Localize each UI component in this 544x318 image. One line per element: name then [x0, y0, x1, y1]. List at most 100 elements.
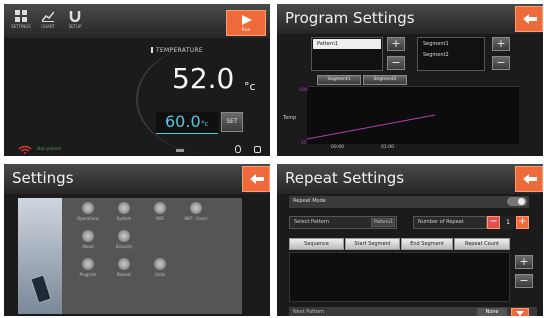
- setpoint-unit: °c: [201, 120, 209, 128]
- plot-line: [307, 114, 436, 140]
- current-temperature: 52.0: [172, 62, 235, 95]
- program-settings-panel: Program Settings Pattern1 + − Segment1 S…: [277, 4, 543, 156]
- increase-repeat-button[interactable]: +: [516, 216, 529, 229]
- remove-sequence-button[interactable]: −: [515, 274, 533, 288]
- run-button[interactable]: Run: [226, 10, 266, 36]
- next-pattern-dropdown-button[interactable]: [511, 308, 529, 316]
- y-tick-high: 100: [299, 88, 308, 93]
- pattern-list[interactable]: Pattern1: [311, 37, 383, 71]
- x-tick-end: 01:00: [381, 145, 394, 150]
- wifi-icon: [18, 145, 32, 154]
- grid-icon: [15, 10, 27, 22]
- plot-tab-label: Segment2: [373, 77, 397, 82]
- settings-titlebar: Settings: [4, 164, 270, 194]
- usb-icon: [176, 149, 184, 152]
- pattern-item[interactable]: Pattern1: [313, 39, 381, 49]
- select-pattern-label: Select Pattern: [294, 219, 330, 225]
- select-pattern-value-text: Pattern1: [374, 220, 394, 225]
- program-settings-title: Program Settings: [285, 9, 415, 27]
- number-of-repeat-label: Number of Repeat: [418, 219, 464, 225]
- back-arrow-icon: [523, 14, 537, 24]
- operations-icon: [82, 202, 94, 214]
- system-icon: [118, 202, 130, 214]
- sequence-header-label: Sequence: [304, 241, 329, 247]
- play-icon: [242, 15, 252, 25]
- setpoint-value: 60.0: [165, 112, 201, 131]
- chart-icon: [42, 11, 54, 22]
- segment-item[interactable]: Segment1: [419, 39, 483, 49]
- chart-label: CHART: [41, 24, 55, 29]
- repeat-mode-label: Repeat Mode: [293, 198, 326, 204]
- chevron-down-icon: [516, 311, 524, 316]
- toggle-knob: [518, 198, 525, 205]
- wifi-icon: [154, 202, 166, 214]
- temperature-plot: [307, 86, 519, 144]
- settings-title: Settings: [12, 169, 74, 187]
- back-arrow-icon: [250, 174, 264, 184]
- number-of-repeat-field: Number of Repeat: [413, 216, 487, 229]
- settings-button[interactable]: SETTINGS: [10, 9, 32, 31]
- heat-icon: [235, 145, 241, 153]
- add-segment-button[interactable]: +: [492, 37, 510, 51]
- end-segment-header[interactable]: End Segment: [401, 238, 453, 250]
- set-label: SET: [226, 118, 238, 125]
- repeat-count-header[interactable]: Repeat Count: [454, 238, 510, 250]
- setup-label: SETUP: [68, 24, 82, 29]
- magnet-icon: [69, 11, 81, 22]
- program-settings-titlebar: Program Settings: [277, 4, 543, 34]
- select-pattern-value[interactable]: Pattern1: [371, 218, 395, 227]
- connection-status: Not paired: [37, 147, 61, 152]
- y-tick-low: 25: [301, 141, 307, 146]
- users-icon: [190, 202, 202, 214]
- back-arrow-icon: [523, 174, 537, 184]
- settings-panel: Settings Operations System WiFi WiFi - U…: [4, 164, 270, 316]
- remove-pattern-button[interactable]: −: [387, 56, 405, 70]
- plot-tab-segment2[interactable]: Segment2: [363, 75, 407, 85]
- back-button[interactable]: [242, 166, 270, 192]
- segment-list[interactable]: Segment1 Segment2: [417, 37, 485, 71]
- repeat-count-header-label: Repeat Count: [464, 241, 500, 247]
- repeat-settings-panel: Repeat Settings Repeat Mode Select Patte…: [277, 164, 543, 316]
- end-segment-header-label: End Segment: [410, 241, 444, 247]
- repeat-mode-toggle[interactable]: [507, 197, 527, 206]
- setup-button[interactable]: SETUP: [64, 9, 86, 31]
- set-button[interactable]: SET: [221, 112, 243, 132]
- number-of-repeat-value[interactable]: 1: [501, 216, 515, 229]
- next-pattern-value[interactable]: None: [477, 308, 507, 316]
- program-icon: [82, 258, 94, 270]
- remove-segment-button[interactable]: −: [492, 56, 510, 70]
- y-axis-label: Temp: [283, 115, 297, 121]
- units-item[interactable]: Units: [140, 258, 180, 286]
- repeat-settings-title: Repeat Settings: [285, 169, 405, 187]
- start-segment-header[interactable]: Start Segment: [345, 238, 400, 250]
- segment-item[interactable]: Segment2: [419, 50, 483, 60]
- repeat-icon: [118, 258, 130, 270]
- run-label: Run: [241, 28, 251, 33]
- info-icon: [82, 230, 94, 242]
- security-item[interactable]: Security: [104, 230, 144, 258]
- security-label: Security: [115, 244, 133, 249]
- temperature-arc: [136, 44, 270, 154]
- wifi-users-label: WiFi - Users: [184, 216, 208, 221]
- thermometer-icon: [151, 47, 153, 53]
- x-tick-start: 00:00: [331, 145, 344, 150]
- next-pattern-label: Next Pattern: [293, 309, 325, 315]
- chart-button[interactable]: CHART: [37, 9, 59, 31]
- wifi-users-item[interactable]: WiFi - Users: [176, 202, 216, 230]
- units-label: Units: [154, 272, 166, 277]
- main-screen-panel: SETTINGS CHART SETUP Run TEMPERATURE 52.…: [4, 4, 270, 156]
- add-sequence-button[interactable]: +: [515, 255, 533, 269]
- current-temperature-unit: °c: [244, 80, 256, 93]
- add-pattern-button[interactable]: +: [387, 37, 405, 51]
- settings-label: SETTINGS: [11, 24, 31, 29]
- decrease-repeat-button[interactable]: −: [487, 216, 500, 229]
- back-button[interactable]: [515, 166, 543, 192]
- repeat-sequence-list[interactable]: [289, 252, 510, 302]
- plot-tab-segment1[interactable]: Segment1: [317, 75, 361, 85]
- lock-icon: [118, 230, 130, 242]
- alarm-icon: [254, 146, 261, 153]
- plot-tab-label: Segment1: [327, 77, 351, 82]
- temperature-label: TEMPERATURE: [156, 47, 203, 54]
- sequence-header[interactable]: Sequence: [289, 238, 344, 250]
- back-button[interactable]: [515, 6, 543, 32]
